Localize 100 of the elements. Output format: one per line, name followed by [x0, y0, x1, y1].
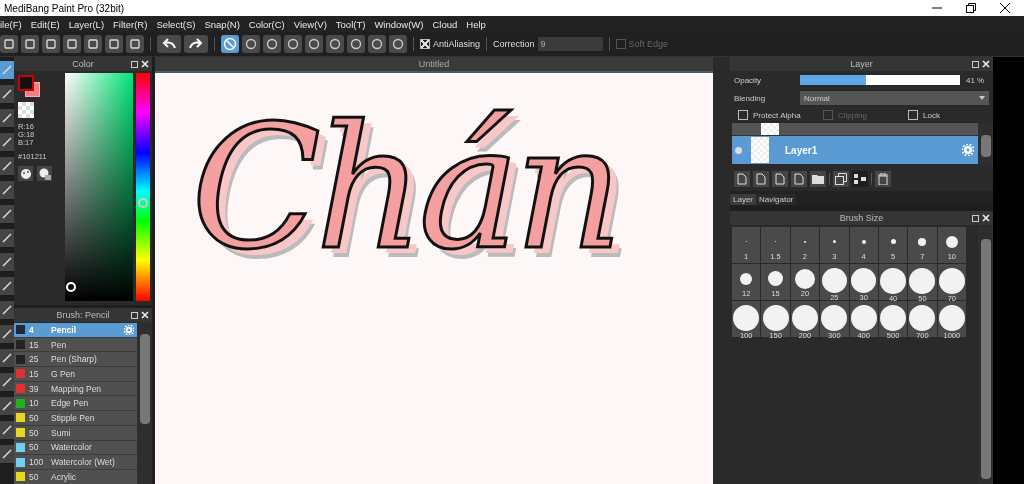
merge-icon[interactable] [852, 171, 868, 187]
trash-icon[interactable] [875, 171, 891, 187]
tool-icon[interactable] [0, 397, 14, 415]
tool-icon[interactable] [0, 109, 14, 127]
menu-item[interactable]: Help [466, 18, 486, 30]
snap-icon[interactable] [242, 35, 260, 53]
brush-size: 15 [29, 368, 40, 379]
brush-name: Watercolor [51, 442, 92, 453]
menu-item[interactable]: Window(W) [374, 18, 424, 30]
panel-controls-icon[interactable] [131, 311, 149, 319]
tool-icon[interactable] [0, 157, 14, 175]
tool-icon[interactable] [0, 181, 14, 199]
gear-icon[interactable] [124, 324, 134, 335]
tool-icon[interactable] [0, 373, 14, 391]
snap-icon[interactable] [263, 35, 281, 53]
brush-size: 100 [29, 457, 45, 468]
menu-item[interactable]: Tool(T) [335, 18, 366, 30]
snap-icon[interactable] [347, 35, 365, 53]
opacity-slider[interactable] [800, 75, 960, 85]
transparent-swatch-icon[interactable] [18, 102, 34, 118]
undo-icon[interactable] [157, 35, 181, 53]
menu-item[interactable]: Cloud [432, 18, 458, 30]
panel-tab[interactable]: Layer [730, 194, 756, 205]
close-icon[interactable] [1000, 3, 1010, 13]
hue-slider-thumb[interactable] [138, 197, 148, 208]
toolbar-icon[interactable] [105, 35, 123, 53]
maximize-icon[interactable] [966, 3, 976, 13]
menu-item[interactable]: Select(S) [156, 18, 196, 30]
brush-item[interactable]: 10 Edge Pen [14, 396, 137, 412]
palette-settings-icon[interactable] [37, 166, 52, 181]
tool-icon[interactable] [0, 85, 14, 103]
toolbar-icon[interactable] [126, 35, 144, 53]
gear-icon[interactable] [962, 144, 974, 156]
soft-edge-checkbox[interactable] [615, 39, 626, 49]
brush-name: Pen [51, 339, 67, 350]
panel-controls-icon[interactable] [972, 60, 990, 68]
tool-icon[interactable] [0, 445, 14, 463]
brush-item[interactable]: 15 G Pen [14, 367, 137, 382]
checkbox[interactable] [738, 110, 748, 120]
toolbar-icon[interactable] [63, 35, 81, 53]
duplicate-icon[interactable] [833, 171, 849, 187]
hue-slider[interactable] [136, 73, 150, 301]
scrollbar[interactable] [978, 123, 993, 167]
menu-item[interactable]: Snap(N) [204, 18, 240, 30]
tool-icon[interactable] [0, 349, 14, 367]
panel-controls-icon[interactable] [131, 60, 149, 68]
toolbar-icon[interactable] [0, 35, 18, 53]
tool-icon[interactable] [0, 325, 14, 343]
layer-action-icon[interactable] [753, 171, 769, 187]
palette-icon[interactable] [18, 166, 33, 181]
checkbox[interactable] [908, 110, 918, 120]
layer-action-icon[interactable] [734, 171, 750, 187]
correction-dropdown[interactable]: 9 [537, 37, 603, 51]
menu-item[interactable]: Color(C) [248, 18, 285, 30]
tool-icon[interactable] [0, 277, 14, 295]
color-gradient-picker[interactable] [65, 73, 133, 301]
brush-size: 50 [29, 442, 40, 453]
document-tab[interactable]: Untitled [155, 57, 713, 73]
folder-icon[interactable] [810, 171, 826, 187]
scrollbar[interactable] [978, 227, 993, 484]
brush-size: 39 [29, 383, 40, 394]
snap-icon[interactable] [389, 35, 407, 53]
scrollbar[interactable] [137, 322, 152, 484]
snap-icon[interactable] [284, 35, 302, 53]
panel-tab[interactable]: Navigator [756, 194, 797, 205]
tool-icon[interactable] [0, 133, 14, 151]
color-swatch-icon[interactable] [18, 75, 40, 97]
redo-icon[interactable] [184, 35, 208, 53]
checkbox-label: Protect Alpha [753, 110, 801, 120]
tool-icon[interactable] [0, 205, 14, 223]
visibility-dot-icon[interactable] [735, 146, 742, 154]
tool-icon[interactable] [0, 421, 14, 439]
snap-off-icon[interactable] [221, 35, 239, 53]
toolbar-icon[interactable] [21, 35, 39, 53]
layer-action-icon[interactable] [772, 171, 788, 187]
menu-item[interactable]: ile(F) [0, 18, 22, 30]
brush-item[interactable]: 25 Pen (Sharp) [14, 352, 137, 368]
blending-dropdown[interactable]: Normal [800, 91, 989, 105]
layer-item[interactable] [732, 123, 978, 135]
caret-icon[interactable] [979, 96, 985, 100]
toolbar-icon[interactable] [42, 35, 60, 53]
brush-item[interactable]: 100 Watercolor (Wet) [14, 455, 137, 470]
layer-action-icon[interactable] [791, 171, 807, 187]
toolbar-icon[interactable] [84, 35, 102, 53]
panel-controls-icon[interactable] [972, 214, 990, 222]
menu-item[interactable]: Layer(L) [68, 18, 105, 30]
tool-icon[interactable] [0, 229, 14, 247]
menu-item[interactable]: Filter(R) [113, 18, 148, 30]
brush-item[interactable]: 50 Stipple Pen [14, 411, 137, 426]
layer-name: Layer1 [785, 144, 818, 156]
snap-icon[interactable] [326, 35, 344, 53]
menu-item[interactable]: Edit(E) [30, 18, 60, 30]
tool-icon[interactable] [0, 253, 14, 271]
snap-icon[interactable] [305, 35, 323, 53]
menu-item[interactable]: View(V) [293, 18, 327, 30]
snap-icon[interactable] [368, 35, 386, 53]
brush-name: Edge Pen [51, 398, 89, 409]
tool-icon[interactable] [0, 301, 14, 319]
panel-title: Layer [850, 59, 873, 69]
antialiasing-checkbox[interactable] [420, 39, 430, 49]
